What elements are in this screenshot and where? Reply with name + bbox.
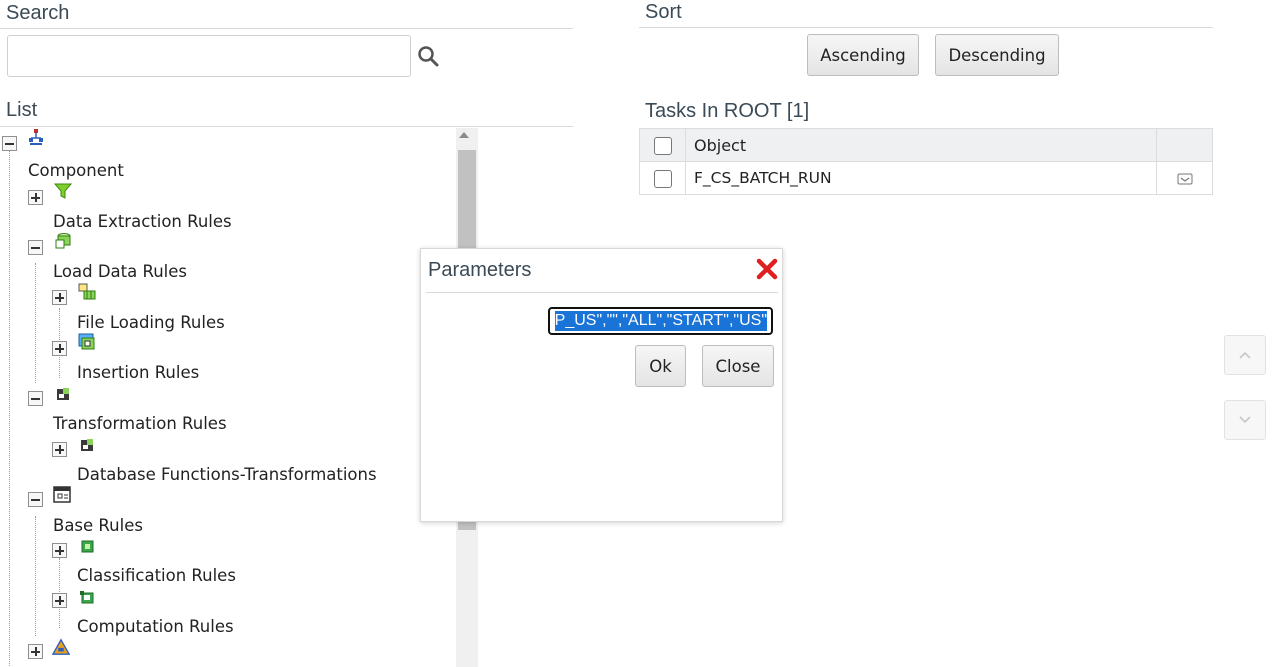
insertion-expand-toggle[interactable] (52, 341, 67, 356)
database-icon (55, 233, 71, 249)
tree-connector (9, 148, 10, 667)
tree-label-classification-rules[interactable]: Classification Rules (77, 566, 236, 585)
classification-expand-toggle[interactable] (52, 543, 67, 558)
computation-icon (80, 591, 94, 604)
tree-label-transformation-rules[interactable]: Transformation Rules (53, 414, 227, 433)
search-icon[interactable] (416, 44, 440, 68)
insert-icon (78, 333, 95, 350)
tree-label-base-rules[interactable]: Base Rules (53, 516, 143, 535)
classification-icon (81, 540, 94, 553)
tree-connector (35, 516, 36, 636)
base-rules-collapse-toggle[interactable] (28, 492, 43, 507)
column-header-object[interactable]: Object (685, 128, 1157, 162)
parameters-input-value: P_US","","ALL","START","US" (554, 311, 767, 331)
transformation-collapse-toggle[interactable] (28, 391, 43, 406)
transform-icon (57, 388, 69, 400)
component-tree: Component Data Extraction Rules Load Dat… (0, 128, 456, 667)
row-select-cell (639, 161, 686, 195)
column-header-actions (1156, 128, 1213, 162)
chevron-up-icon (1239, 351, 1251, 359)
sort-section-title: Sort (645, 1, 682, 23)
data-extraction-expand-toggle[interactable] (28, 190, 43, 205)
select-all-cell (639, 128, 686, 162)
tree-label-component[interactable]: Component (28, 161, 124, 180)
tasks-table: Object F_CS_BATCH_RUN (639, 128, 1213, 195)
close-icon[interactable] (755, 257, 779, 281)
chevron-down-icon (1239, 416, 1251, 424)
parameters-input[interactable]: P_US","","ALL","START","US" (548, 307, 773, 335)
hierarchy-icon (29, 129, 43, 145)
tree-connector (35, 263, 36, 383)
tree-label-file-loading-rules[interactable]: File Loading Rules (77, 313, 225, 332)
file-loading-expand-toggle[interactable] (52, 290, 67, 305)
next-node-expand-toggle[interactable] (28, 644, 43, 659)
load-data-collapse-toggle[interactable] (28, 240, 43, 255)
scroll-up-arrow[interactable] (459, 132, 469, 138)
triangle-node-icon (52, 638, 70, 655)
ok-button[interactable]: Ok (635, 345, 686, 387)
row-action-cell (1156, 161, 1213, 195)
table-row[interactable]: F_CS_BATCH_RUN (639, 161, 1213, 195)
file-load-icon (78, 283, 96, 300)
dialog-title-divider (426, 292, 778, 293)
sort-descending-button[interactable]: Descending (935, 34, 1059, 76)
list-divider (0, 126, 573, 127)
search-section-title: Search (6, 2, 70, 24)
rules-icon (53, 486, 71, 503)
root-collapse-toggle[interactable] (2, 136, 17, 151)
tree-label-database-functions-transformations[interactable]: Database Functions-Transformations (77, 465, 377, 484)
row-checkbox[interactable] (654, 169, 672, 188)
row-object-cell[interactable]: F_CS_BATCH_RUN (685, 161, 1157, 195)
select-all-checkbox[interactable] (654, 136, 672, 155)
sort-divider (639, 27, 1213, 28)
tree-label-data-extraction-rules[interactable]: Data Extraction Rules (53, 212, 232, 231)
search-divider (0, 28, 573, 29)
computation-expand-toggle[interactable] (52, 593, 67, 608)
search-input[interactable] (7, 35, 411, 77)
list-section-title: List (6, 99, 38, 121)
sort-ascending-button[interactable]: Ascending (807, 34, 919, 76)
dialog-title: Parameters (428, 259, 532, 281)
tree-label-insertion-rules[interactable]: Insertion Rules (77, 363, 199, 382)
move-up-button[interactable] (1224, 335, 1266, 375)
parameters-icon[interactable] (1177, 172, 1193, 186)
filter-icon (54, 183, 72, 199)
transform-icon (81, 439, 93, 451)
db-functions-expand-toggle[interactable] (52, 442, 67, 457)
tasks-section-title: Tasks In ROOT [1] (645, 100, 810, 122)
tree-label-load-data-rules[interactable]: Load Data Rules (53, 262, 187, 281)
close-button[interactable]: Close (702, 345, 774, 387)
tree-label-computation-rules[interactable]: Computation Rules (77, 617, 234, 636)
move-down-button[interactable] (1224, 400, 1266, 440)
tasks-header-row: Object (639, 128, 1213, 162)
